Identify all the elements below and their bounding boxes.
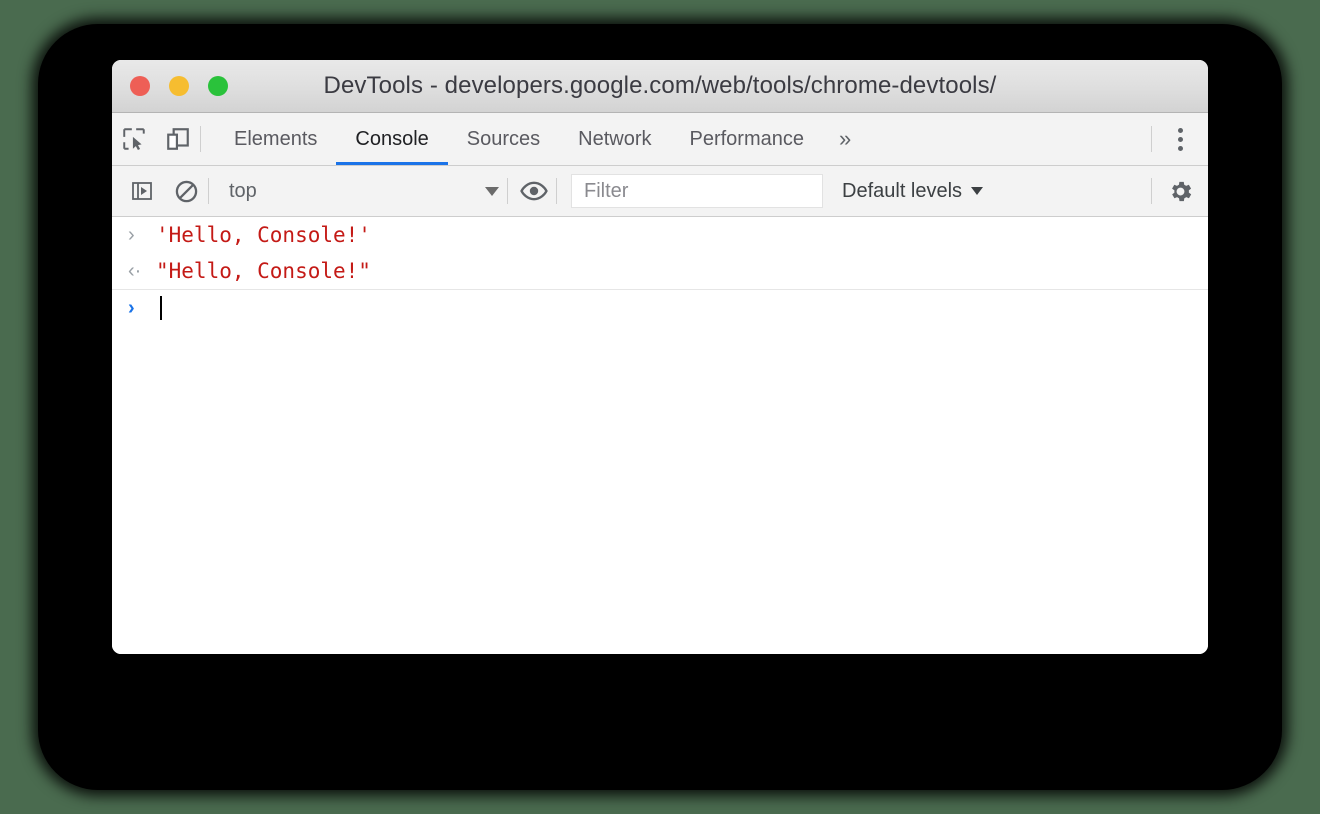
log-levels-select[interactable]: Default levels bbox=[842, 179, 984, 203]
toolbar-divider bbox=[208, 178, 209, 204]
console-sidebar-icon[interactable] bbox=[120, 169, 164, 213]
filter-input[interactable]: Filter bbox=[571, 174, 823, 208]
log-levels-label: Default levels bbox=[842, 179, 963, 202]
minimize-window-button[interactable] bbox=[169, 76, 189, 96]
result-arrow-icon: ‹· bbox=[128, 260, 142, 282]
console-toolbar: top Filter Default levels bbox=[112, 166, 1208, 217]
panel-tabs: Elements Console Sources Network Perform… bbox=[215, 113, 867, 165]
toolbar-divider bbox=[507, 178, 508, 204]
console-result-row: ‹· "Hello, Console!" bbox=[112, 253, 1208, 290]
execution-context-select[interactable]: top bbox=[221, 174, 507, 208]
close-window-button[interactable] bbox=[130, 76, 150, 96]
console-input-text: 'Hello, Console!' bbox=[156, 223, 371, 247]
tab-sources[interactable]: Sources bbox=[448, 113, 559, 165]
console-toolbar-right bbox=[1151, 166, 1208, 216]
window-titlebar: DevTools - developers.google.com/web/too… bbox=[112, 60, 1208, 113]
settings-gear-icon[interactable] bbox=[1152, 169, 1208, 213]
console-prompt-row[interactable]: › bbox=[112, 290, 1208, 326]
chevron-down-icon bbox=[971, 187, 984, 195]
traffic-lights bbox=[130, 76, 228, 96]
devtools-window: DevTools - developers.google.com/web/too… bbox=[112, 60, 1208, 654]
console-output[interactable]: › 'Hello, Console!' ‹· "Hello, Console!"… bbox=[112, 217, 1208, 654]
chevron-down-icon bbox=[485, 186, 499, 196]
device-toolbar-icon[interactable] bbox=[156, 117, 200, 161]
prompt-arrow-icon: › bbox=[128, 224, 135, 246]
active-prompt-arrow-icon: › bbox=[128, 297, 135, 319]
tabbar-right-controls bbox=[1151, 113, 1208, 165]
more-tabs-icon[interactable]: » bbox=[823, 113, 867, 165]
tab-elements[interactable]: Elements bbox=[215, 113, 336, 165]
console-result-text: "Hello, Console!" bbox=[156, 259, 371, 283]
tab-performance[interactable]: Performance bbox=[671, 113, 824, 165]
kebab-menu-icon[interactable] bbox=[1152, 127, 1208, 151]
live-expression-icon[interactable] bbox=[512, 169, 556, 213]
console-input-echo-row: › 'Hello, Console!' bbox=[112, 217, 1208, 253]
tab-network[interactable]: Network bbox=[559, 113, 670, 165]
tab-console[interactable]: Console bbox=[336, 113, 449, 165]
toolbar-divider bbox=[200, 126, 201, 152]
filter-placeholder: Filter bbox=[584, 179, 629, 202]
inspect-element-icon[interactable] bbox=[112, 117, 156, 161]
devtools-tabbar: Elements Console Sources Network Perform… bbox=[112, 113, 1208, 166]
toolbar-divider bbox=[556, 178, 557, 204]
execution-context-value: top bbox=[229, 179, 257, 202]
text-cursor bbox=[160, 296, 162, 320]
window-title: DevTools - developers.google.com/web/too… bbox=[323, 72, 997, 99]
clear-console-icon[interactable] bbox=[164, 169, 208, 213]
zoom-window-button[interactable] bbox=[208, 76, 228, 96]
